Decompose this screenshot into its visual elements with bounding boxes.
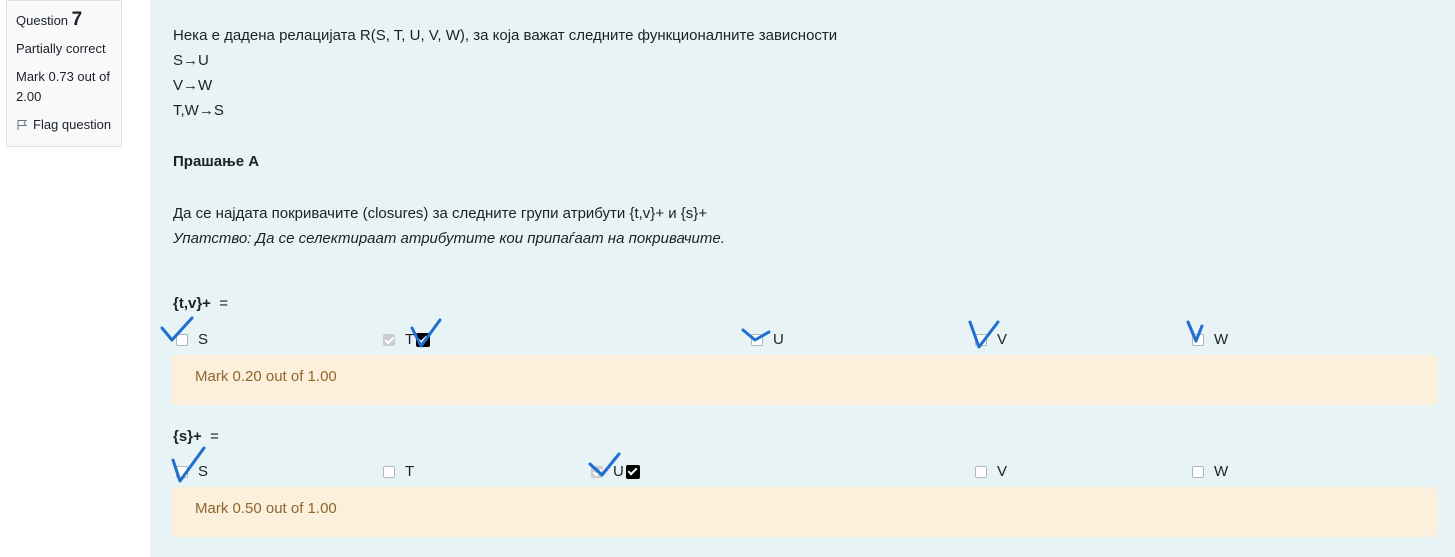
- option-t[interactable]: T: [383, 331, 431, 348]
- hint-text: Упатство: Да се селектираат атрибутите к…: [173, 230, 725, 247]
- dependency-3: T,W→S: [173, 102, 224, 119]
- task-text: Да се најдата покривачите (closures) за …: [173, 205, 708, 222]
- option-s[interactable]: S: [176, 331, 208, 348]
- subquestion-label: {s}+ =: [173, 428, 219, 445]
- checkbox[interactable]: [751, 333, 763, 346]
- option-v[interactable]: V: [975, 463, 1007, 480]
- checkbox[interactable]: [591, 465, 603, 478]
- dependency-1: S→U: [173, 52, 209, 69]
- option-w[interactable]: W: [1192, 463, 1228, 480]
- flag-question-link[interactable]: Flag question: [16, 115, 121, 135]
- flag-icon: [17, 120, 28, 130]
- checkbox[interactable]: [176, 465, 188, 478]
- checkbox[interactable]: [383, 333, 395, 346]
- subquestion-feedback: Mark 0.20 out of 1.00: [172, 355, 1437, 405]
- checkbox[interactable]: [1192, 465, 1204, 478]
- option-s[interactable]: S: [176, 463, 208, 480]
- handwritten-ticks-overlay: [160, 316, 1204, 483]
- checkbox[interactable]: [1192, 333, 1204, 346]
- question-info-panel: Question 7 Partially correct Mark 0.73 o…: [6, 0, 122, 147]
- question-state: Partially correct: [16, 41, 106, 56]
- question-number: Question 7: [16, 9, 83, 30]
- checkbox[interactable]: [975, 333, 987, 346]
- correct-check-icon: [625, 464, 640, 479]
- option-t[interactable]: T: [383, 463, 414, 480]
- checkbox[interactable]: [975, 465, 987, 478]
- option-u[interactable]: U: [591, 463, 640, 480]
- option-v[interactable]: V: [975, 331, 1007, 348]
- question-grade: Mark 0.73 out of 2.00: [16, 69, 110, 104]
- question-content: Нека е дадена релацијата R(S, T, U, V, W…: [150, 0, 1455, 557]
- part-title: Прашање А: [173, 153, 260, 170]
- correct-check-icon: [416, 332, 431, 347]
- flag-question-label: Flag question: [33, 117, 112, 132]
- option-w[interactable]: W: [1192, 331, 1228, 348]
- option-u[interactable]: U: [751, 331, 784, 348]
- checkbox[interactable]: [383, 465, 395, 478]
- subquestion-label: {t,v}+ =: [173, 295, 229, 312]
- checkbox[interactable]: [176, 333, 188, 346]
- question-intro: Нека е дадена релацијата R(S, T, U, V, W…: [173, 27, 838, 44]
- dependency-2: V→W: [173, 77, 213, 94]
- subquestion-feedback: Mark 0.50 out of 1.00: [172, 487, 1437, 537]
